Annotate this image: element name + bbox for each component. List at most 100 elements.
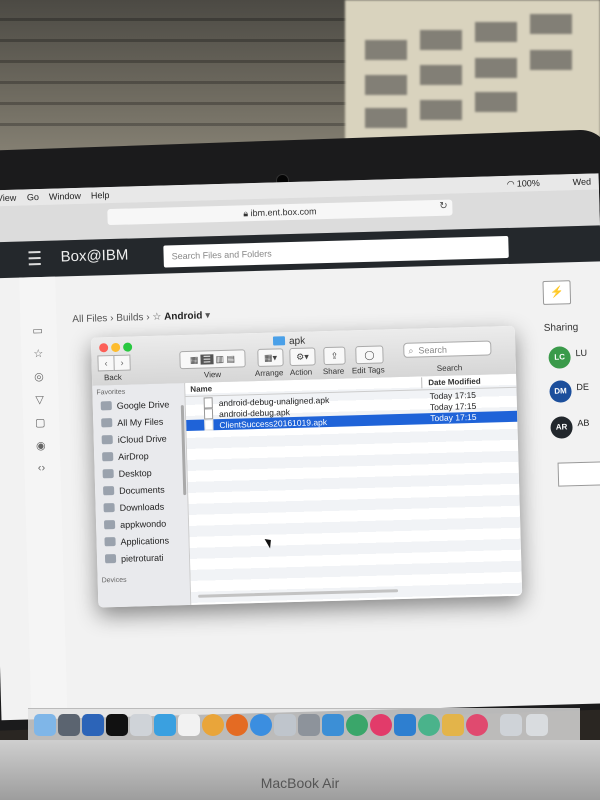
breadcrumb-builds[interactable]: Builds: [116, 312, 144, 324]
folder-icon: [272, 336, 286, 346]
document-icon[interactable]: [130, 714, 152, 736]
sharing-title: Sharing: [543, 322, 579, 334]
reload-icon[interactable]: ↻: [439, 201, 448, 212]
sidebar-item-pietroturati[interactable]: pietroturati: [104, 552, 164, 565]
sidebar-item-label: Google Drive: [116, 399, 170, 411]
back-button[interactable]: ‹: [97, 354, 115, 372]
safari-icon[interactable]: [250, 714, 272, 736]
firefox-icon[interactable]: [226, 714, 248, 736]
collaborator-name: AB: [577, 417, 590, 429]
tag-icon[interactable]: ◯: [355, 345, 384, 365]
sidebar-item-google-drive[interactable]: Google Drive: [100, 399, 170, 411]
sidebar-item-airdrop[interactable]: AirDrop: [102, 451, 149, 462]
maximize-button[interactable]: [123, 342, 133, 352]
box-logo[interactable]: Box@IBM: [60, 247, 128, 266]
laptop-screen: View Go Window Help ◠ 100% Wed 🔒︎ ibm.en…: [0, 173, 600, 721]
laptop-body: [0, 740, 600, 800]
code-icon[interactable]: ‹›: [34, 462, 48, 474]
forward-button[interactable]: ›: [113, 354, 131, 372]
column-view-icon[interactable]: ▥: [215, 354, 224, 364]
sidebar-item-label: All My Files: [117, 416, 164, 428]
sidebar-item-label: appkwondo: [119, 518, 167, 530]
window-blinds: [0, 0, 360, 140]
xcode-icon[interactable]: [322, 714, 344, 736]
sidebar-item-applications[interactable]: Applications: [104, 536, 169, 548]
app-icon[interactable]: [394, 714, 416, 736]
breadcrumb-android[interactable]: Android: [164, 311, 203, 323]
menu-help[interactable]: Help: [91, 190, 110, 201]
trash-icon[interactable]: ▽: [32, 393, 46, 406]
app-icon[interactable]: [418, 714, 440, 736]
file-list: Name Date Modified android-debug-unalign…: [185, 373, 523, 605]
box-left-rail: [19, 276, 68, 718]
sidebar-item-all-my-files[interactable]: All My Files: [101, 417, 163, 429]
minimize-button[interactable]: [111, 342, 121, 353]
app-icon[interactable]: [442, 714, 464, 736]
user-icon[interactable]: ◉: [34, 439, 48, 452]
menu-view[interactable]: View: [0, 193, 16, 204]
devices-header: Devices: [101, 576, 127, 585]
column-divider[interactable]: [421, 377, 423, 389]
download-icon: [103, 503, 115, 513]
laptop-brand: MacBook Air: [260, 775, 340, 791]
sidebar-item-icloud-drive[interactable]: iCloud Drive: [101, 434, 167, 446]
avatar[interactable]: DM: [549, 380, 572, 403]
downloads-stack-icon[interactable]: [500, 714, 522, 736]
menu-go[interactable]: Go: [27, 192, 39, 202]
check-icon[interactable]: ◎: [32, 370, 46, 383]
folder-icon: [100, 401, 112, 411]
flickr-icon[interactable]: [370, 714, 392, 736]
hamburger-menu-icon[interactable]: [28, 251, 41, 266]
app-icon[interactable]: [466, 714, 488, 736]
window-title-text: apk: [288, 335, 306, 348]
app-icon[interactable]: [154, 714, 176, 736]
comment-icon[interactable]: ▢: [33, 416, 47, 429]
favorite-star-icon[interactable]: ☆: [152, 312, 161, 323]
terminal-icon[interactable]: [106, 714, 128, 736]
arrange-button[interactable]: ▦▾: [257, 348, 284, 367]
slack-icon[interactable]: [178, 714, 200, 736]
app-icon[interactable]: [346, 714, 368, 736]
battery-percent[interactable]: 100%: [517, 178, 540, 189]
breadcrumb-all-files[interactable]: All Files: [72, 313, 107, 325]
menubar-clock[interactable]: Wed: [573, 177, 592, 188]
activity-button[interactable]: ⚡: [542, 280, 572, 305]
arrange-label: Arrange: [254, 368, 284, 379]
action-gear-icon[interactable]: ⚙▾: [289, 347, 316, 367]
sidebar-item-downloads[interactable]: Downloads: [103, 502, 164, 514]
system-preferences-icon[interactable]: [298, 714, 320, 736]
wall-board: [345, 0, 600, 150]
cover-flow-icon[interactable]: ▤: [226, 354, 235, 364]
trash-icon[interactable]: [526, 714, 548, 736]
share-icon[interactable]: ⇪: [323, 346, 346, 366]
view-switcher[interactable]: ▦ ☰ ▥ ▤: [179, 349, 246, 370]
finder-search-input[interactable]: Search: [403, 340, 492, 358]
sidebar-item-documents[interactable]: Documents: [103, 485, 165, 497]
favorites-header: Favorites: [96, 388, 126, 397]
app-icon[interactable]: [274, 714, 296, 736]
menu-window[interactable]: Window: [49, 191, 81, 202]
folder-icon[interactable]: ▭: [30, 324, 44, 337]
share-label: Share: [322, 366, 345, 377]
desktop-icon: [102, 469, 114, 479]
list-view-icon[interactable]: ☰: [200, 354, 214, 365]
launchpad-icon[interactable]: [58, 714, 80, 736]
wifi-icon[interactable]: ◠: [507, 179, 515, 190]
finder-icon[interactable]: [34, 714, 56, 736]
icon-view-icon[interactable]: ▦: [190, 355, 199, 365]
chevron-down-icon[interactable]: ▾: [205, 310, 210, 321]
sidebar-item-appkwondo[interactable]: appkwondo: [103, 518, 167, 531]
column-header-name[interactable]: Name: [190, 382, 212, 396]
finder-sidebar: Favorites Google Drive All My Files iClo…: [92, 383, 192, 608]
avatar[interactable]: AR: [550, 416, 573, 439]
star-icon[interactable]: ☆: [31, 347, 45, 360]
vscode-icon[interactable]: [82, 714, 104, 736]
folder-icon: [103, 520, 116, 530]
invite-field[interactable]: [557, 461, 600, 487]
sidebar-item-desktop[interactable]: Desktop: [102, 468, 152, 479]
document-icon: [103, 486, 115, 496]
close-button[interactable]: [99, 343, 109, 353]
sidebar-item-label: pietroturati: [120, 552, 164, 564]
chrome-icon[interactable]: [202, 714, 224, 736]
avatar[interactable]: LC: [548, 346, 571, 369]
